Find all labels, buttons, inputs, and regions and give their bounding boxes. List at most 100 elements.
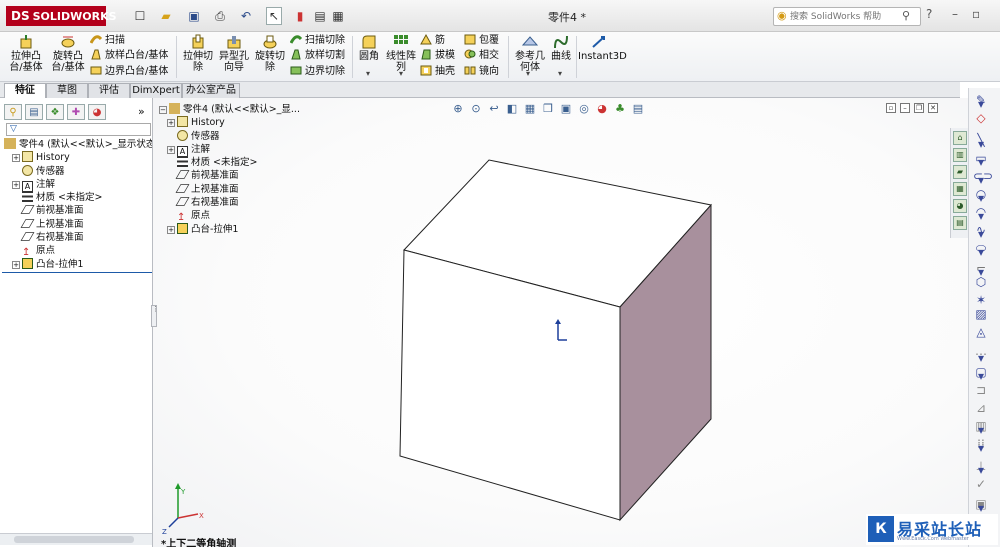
- tree-item-origin[interactable]: ↥ 原点: [4, 244, 152, 257]
- smart-dimension-icon[interactable]: ◇: [973, 110, 989, 126]
- expand-icon[interactable]: +: [12, 154, 20, 163]
- property-manager-tab-icon[interactable]: ▤: [25, 104, 43, 120]
- mirror-entities-icon[interactable]: ⊿: [973, 400, 989, 416]
- boundary-cut-button[interactable]: 边界切除: [290, 64, 345, 78]
- intersect-button[interactable]: 相交: [464, 48, 499, 62]
- panel-expand-icon[interactable]: »: [138, 105, 145, 118]
- save-icon[interactable]: ▣: [186, 7, 202, 25]
- file-properties-icon[interactable]: ▤: [312, 7, 328, 25]
- tree-item-boss-extrude1[interactable]: + 凸台-拉伸1: [4, 257, 152, 271]
- ribbon-separator: [176, 36, 177, 78]
- sweep-button[interactable]: 扫描: [90, 33, 125, 47]
- print-icon[interactable]: ⎙: [212, 7, 228, 25]
- tab-dimxpert[interactable]: DimXpert: [130, 83, 182, 98]
- search-icon[interactable]: ⚲: [902, 9, 910, 22]
- extrude-boss-button[interactable]: 拉伸凸 台/基体: [6, 34, 46, 73]
- design-library-icon[interactable]: ▥: [953, 148, 967, 162]
- linear-pattern-dropdown-icon[interactable]: ▾: [399, 69, 403, 78]
- panel-splitter-handle[interactable]: ⋮: [151, 305, 159, 327]
- filter-box[interactable]: ▽: [6, 123, 151, 136]
- rebuild-icon[interactable]: ▮: [294, 7, 306, 25]
- rib-button[interactable]: 筋: [420, 33, 445, 47]
- undo-icon[interactable]: ↶: [238, 7, 254, 25]
- linear-pattern-button[interactable]: 线性阵 列: [384, 34, 418, 73]
- restore-button[interactable]: ▫: [972, 7, 980, 21]
- tab-office-products[interactable]: 办公室产品: [182, 83, 240, 98]
- text-icon[interactable]: ◬: [973, 324, 989, 340]
- repair-sketch-icon[interactable]: ✓: [973, 476, 989, 492]
- help-icon: ◉: [777, 9, 787, 22]
- hole-wizard-button[interactable]: 异型孔 向导: [216, 34, 252, 73]
- expand-icon[interactable]: +: [12, 260, 20, 269]
- curves-dropdown-icon[interactable]: ▾: [558, 69, 562, 78]
- custom-properties-icon[interactable]: ▤: [953, 216, 967, 230]
- select-pointer-icon[interactable]: ↖: [266, 7, 282, 25]
- cube-model[interactable]: Y X Z: [153, 98, 968, 547]
- loft-boss-button[interactable]: 放样凸台/基体: [90, 48, 168, 62]
- reference-geometry-button[interactable]: 参考几 何体: [512, 34, 548, 73]
- solidworks-resources-icon[interactable]: ⌂: [953, 131, 967, 145]
- appearances-scenes-icon[interactable]: ◕: [953, 199, 967, 213]
- open-folder-icon[interactable]: ▰: [158, 7, 174, 25]
- extrude-boss-icon: [20, 35, 32, 49]
- shell-button[interactable]: 抽壳: [420, 64, 455, 78]
- tree-item-sensors[interactable]: 传感器: [4, 164, 152, 178]
- new-document-icon[interactable]: ☐: [132, 7, 148, 25]
- tree-item-right-plane[interactable]: 右视基准面: [4, 231, 152, 244]
- instant3d-button[interactable]: Instant3D: [578, 34, 627, 62]
- help-menu-icon[interactable]: ?: [926, 7, 932, 21]
- centerline-icon[interactable]: ▨: [973, 306, 989, 322]
- options-icon[interactable]: ▦: [330, 7, 346, 25]
- revolve-boss-button[interactable]: 旋转凸 台/基体: [48, 34, 88, 73]
- feature-manager-tabs: ⚲ ▤ ❖ ✚ ◕: [4, 104, 106, 120]
- tree-item-top-plane[interactable]: 上视基准面: [4, 218, 152, 231]
- panel-horizontal-scrollbar[interactable]: [0, 533, 152, 545]
- reference-geometry-dropdown-icon[interactable]: ▾: [526, 69, 530, 78]
- logo-text: SOLIDWORKS: [32, 10, 117, 23]
- command-manager-tabs: 特征 草图 评估 DimXpert 办公室产品: [0, 82, 960, 98]
- mirror-button[interactable]: 镜向: [464, 64, 499, 78]
- fillet-button[interactable]: 圆角: [356, 34, 382, 62]
- tree-item-annotations[interactable]: + A 注解: [4, 178, 152, 192]
- tree-item-front-plane[interactable]: 前视基准面: [4, 204, 152, 217]
- boundary-boss-button[interactable]: 边界凸台/基体: [90, 64, 168, 78]
- extrude-cut-button[interactable]: 拉伸切 除: [180, 34, 216, 73]
- tab-sketch[interactable]: 草图: [46, 83, 88, 98]
- hole-wizard-icon: [227, 36, 241, 49]
- configuration-manager-tab-icon[interactable]: ❖: [46, 104, 64, 120]
- file-explorer-icon[interactable]: ▰: [953, 165, 967, 179]
- help-search-box[interactable]: ◉ ⚲: [773, 7, 921, 26]
- display-manager-tab-icon[interactable]: ◕: [88, 104, 106, 120]
- rollback-bar[interactable]: [2, 272, 152, 273]
- fillet-dropdown-icon[interactable]: ▾: [366, 69, 370, 78]
- curves-button[interactable]: 曲线: [548, 34, 574, 62]
- draft-button[interactable]: 拔模: [420, 48, 455, 62]
- revolve-cut-button[interactable]: 旋转切 除: [252, 34, 288, 73]
- minimize-button[interactable]: –: [952, 7, 958, 21]
- graphics-area[interactable]: − 零件4 (默认<<默认>_显... + History 传感器 + A 注解 材质 …: [153, 98, 968, 547]
- chevron-down-icon[interactable]: ▾: [973, 440, 989, 456]
- scrollbar-thumb[interactable]: [14, 536, 134, 543]
- tab-evaluate[interactable]: 评估: [88, 83, 130, 98]
- expand-icon[interactable]: +: [12, 180, 20, 189]
- mirror-icon: [464, 66, 476, 75]
- chevron-down-icon[interactable]: ▾: [973, 244, 989, 260]
- tab-features[interactable]: 特征: [4, 83, 46, 98]
- tree-item-history[interactable]: + History: [4, 151, 152, 164]
- feature-tree-tab-icon[interactable]: ⚲: [4, 104, 22, 120]
- tree-item-material[interactable]: 材质 <未指定>: [4, 191, 152, 204]
- sensor-icon: [22, 164, 33, 176]
- view-palette-icon[interactable]: ▦: [953, 182, 967, 196]
- loft-cut-button[interactable]: 放样切割: [290, 48, 345, 62]
- polygon-icon[interactable]: ⬡: [973, 274, 989, 290]
- tree-root-part[interactable]: 零件4 (默认<<默认>_显示状态: [4, 138, 152, 151]
- sweep-cut-button[interactable]: 扫描切除: [290, 33, 345, 47]
- solidworks-logo[interactable]: DS SOLIDWORKS: [6, 6, 117, 26]
- help-search-input[interactable]: [790, 10, 902, 23]
- intersect-icon: [464, 49, 476, 59]
- offset-entities-icon[interactable]: ⊐: [973, 382, 989, 398]
- wrap-button[interactable]: 包覆: [464, 33, 499, 47]
- dimxpert-manager-tab-icon[interactable]: ✚: [67, 104, 85, 120]
- plane-icon: [20, 205, 35, 215]
- view-orientation-label: *上下二等角轴测: [161, 539, 237, 547]
